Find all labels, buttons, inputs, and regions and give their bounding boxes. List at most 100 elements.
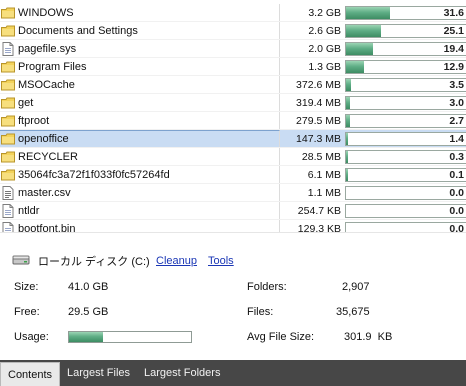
list-row[interactable]: Program Files 1.3 GB 12.9 — [0, 58, 466, 76]
folder-icon — [1, 4, 15, 22]
tab-bar: Contents Largest Files Largest Folders — [0, 360, 466, 386]
list-row[interactable]: bootfont.bin 129.3 KB 0.0 — [0, 220, 466, 232]
folder-icon — [1, 112, 15, 130]
usage-bar-fill — [69, 332, 104, 342]
item-size: 147.3 MB — [296, 133, 341, 145]
hard-drive-icon — [12, 254, 30, 269]
name-cell: get — [0, 94, 280, 112]
item-size: 2.6 GB — [308, 25, 341, 37]
document-icon — [1, 184, 15, 202]
name-cell: master.csv — [0, 184, 280, 202]
name-cell: WINDOWS — [0, 4, 280, 22]
item-name: Program Files — [18, 61, 87, 73]
usage-label: Usage: — [14, 331, 49, 343]
percent-bar: 0.0 — [345, 204, 466, 218]
folder-icon — [1, 22, 15, 40]
percent-bar-fill — [346, 115, 350, 127]
percent-bar-fill — [346, 25, 381, 37]
percent-bar-fill — [346, 43, 373, 55]
list-row[interactable]: ftproot 279.5 MB 2.7 — [0, 112, 466, 130]
file-icon — [1, 40, 15, 58]
name-cell: MSOCache — [0, 76, 280, 94]
folder-icon — [1, 58, 15, 76]
list-row[interactable]: RECYCLER 28.5 MB 0.3 — [0, 148, 466, 166]
list-row[interactable]: WINDOWS 3.2 GB 31.6 — [0, 4, 466, 22]
percent-bar: 0.0 — [345, 222, 466, 232]
tab-largest-folders[interactable]: Largest Folders — [137, 360, 227, 386]
list-row[interactable]: ntldr 254.7 KB 0.0 — [0, 202, 466, 220]
percent-label: 1.4 — [449, 133, 464, 145]
list-row[interactable]: MSOCache 372.6 MB 3.5 — [0, 76, 466, 94]
summary-panel: ローカル ディスク (C:) Cleanup Tools Size: 41.0 … — [0, 232, 466, 360]
percent-label: 12.9 — [443, 61, 464, 73]
percent-bar: 0.3 — [345, 150, 466, 164]
cleanup-link[interactable]: Cleanup — [156, 255, 197, 267]
tab-contents[interactable]: Contents — [0, 362, 61, 386]
percent-label: 0.3 — [449, 151, 464, 163]
item-name: RECYCLER — [18, 151, 78, 163]
files-value: 35,675 — [336, 306, 370, 318]
size-value: 41.0 GB — [68, 281, 109, 293]
percent-label: 0.0 — [449, 223, 464, 232]
name-cell: openoffice — [0, 130, 280, 148]
percent-bar: 25.1 — [345, 24, 466, 38]
folders-value: 2,907 — [342, 281, 370, 293]
list-row[interactable]: Documents and Settings 2.6 GB 25.1 — [0, 22, 466, 40]
percent-bar-fill — [346, 79, 351, 91]
percent-label: 19.4 — [443, 43, 464, 55]
usage-bar — [68, 331, 192, 343]
percent-bar: 3.0 — [345, 96, 466, 110]
tab-largest-files[interactable]: Largest Files — [60, 360, 137, 386]
folder-icon — [1, 94, 15, 112]
percent-bar-fill — [346, 151, 348, 163]
item-name: ntldr — [18, 205, 40, 217]
files-label: Files: — [247, 306, 274, 318]
name-cell: 35064fc3a72f1f033f0fc57264fd — [0, 166, 280, 184]
folder-icon — [1, 76, 15, 94]
item-name: get — [18, 97, 34, 109]
percent-bar-fill — [346, 7, 390, 19]
item-size: 129.3 KB — [297, 223, 341, 232]
percent-bar: 3.5 — [345, 78, 466, 92]
avg-file-size-label: Avg File Size: — [247, 331, 315, 343]
list-row[interactable]: openoffice 147.3 MB 1.4 — [0, 130, 466, 148]
size-label: Size: — [14, 281, 39, 293]
percent-bar: 0.0 — [345, 186, 466, 200]
item-name: Documents and Settings — [18, 25, 138, 37]
name-cell: ntldr — [0, 202, 280, 220]
list-row[interactable]: pagefile.sys 2.0 GB 19.4 — [0, 40, 466, 58]
item-size: 2.0 GB — [308, 43, 341, 55]
item-name: pagefile.sys — [18, 43, 77, 55]
item-size: 1.3 GB — [308, 61, 341, 73]
percent-bar: 0.1 — [345, 168, 466, 182]
item-name: WINDOWS — [18, 7, 74, 19]
folders-label: Folders: — [247, 281, 287, 293]
percent-bar-fill — [346, 61, 364, 73]
item-size: 1.1 MB — [307, 187, 341, 199]
percent-bar: 19.4 — [345, 42, 466, 56]
file-icon — [1, 220, 15, 232]
list-row[interactable]: 35064fc3a72f1f033f0fc57264fd 6.1 MB 0.1 — [0, 166, 466, 184]
percent-bar: 1.4 — [345, 132, 466, 146]
percent-bar: 12.9 — [345, 60, 466, 74]
drive-label: ローカル ディスク (C:) — [38, 256, 150, 268]
item-name: MSOCache — [18, 79, 75, 91]
name-cell: pagefile.sys — [0, 40, 280, 58]
percent-bar-fill — [346, 97, 350, 109]
list-row[interactable]: get 319.4 MB 3.0 — [0, 94, 466, 112]
percent-bar-fill — [346, 133, 348, 145]
percent-label: 3.0 — [449, 97, 464, 109]
item-size: 254.7 KB — [297, 205, 341, 217]
list-row[interactable]: master.csv 1.1 MB 0.0 — [0, 184, 466, 202]
item-name: ftproot — [18, 115, 50, 127]
tools-link[interactable]: Tools — [208, 255, 234, 267]
percent-label: 2.7 — [449, 115, 464, 127]
percent-label: 31.6 — [443, 7, 464, 19]
item-size: 319.4 MB — [296, 97, 341, 109]
percent-bar: 31.6 — [345, 6, 466, 20]
percent-label: 0.0 — [449, 205, 464, 217]
avg-file-size-value: 301.9 KB — [344, 331, 393, 343]
percent-bar: 2.7 — [345, 114, 466, 128]
percent-bar-fill — [346, 169, 348, 181]
percent-label: 0.0 — [449, 187, 464, 199]
